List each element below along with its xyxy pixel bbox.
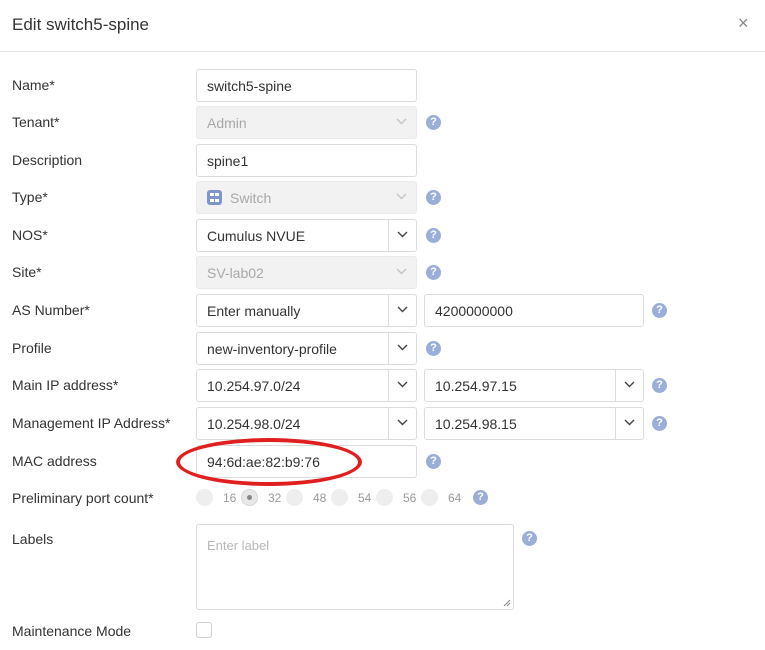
profile-help-icon[interactable]: ?	[426, 341, 441, 356]
type-value: Switch	[230, 190, 272, 206]
chevron-down-icon	[388, 257, 416, 288]
mac-label: MAC address	[12, 453, 97, 469]
as-number-label: AS Number*	[12, 302, 90, 318]
name-label: Name*	[12, 77, 55, 93]
maintenance-checkbox[interactable]	[196, 622, 212, 638]
port-56-radio[interactable]	[376, 489, 393, 506]
nos-label: NOS*	[12, 227, 48, 243]
dialog-header: Edit switch5-spine ×	[0, 0, 765, 52]
as-number-help-icon[interactable]: ?	[652, 303, 667, 318]
main-ip-help-icon[interactable]: ?	[652, 378, 667, 393]
port-64-radio[interactable]	[421, 489, 438, 506]
mgmt-ip-subnet-value: 10.254.98.0/24	[207, 416, 301, 432]
name-value: switch5-spine	[207, 78, 292, 94]
chevron-down-icon[interactable]	[388, 370, 416, 401]
labels-placeholder: Enter label	[207, 538, 270, 553]
main-ip-subnet-value: 10.254.97.0/24	[207, 378, 301, 394]
mac-help-icon[interactable]: ?	[426, 454, 441, 469]
profile-select[interactable]: new-inventory-profile	[196, 332, 417, 365]
nos-select[interactable]: Cumulus NVUE	[196, 219, 417, 252]
close-icon[interactable]: ×	[738, 14, 749, 32]
as-mode-value: Enter manually	[207, 303, 301, 319]
port-count-help-icon[interactable]: ?	[473, 490, 488, 505]
port-count-label: Preliminary port count*	[12, 490, 154, 506]
chevron-down-icon[interactable]	[388, 295, 416, 326]
maintenance-label: Maintenance Mode	[12, 623, 132, 639]
port-32-label: 32	[268, 491, 282, 505]
mac-input[interactable]: 94:6d:ae:82:b9:76	[196, 445, 417, 478]
labels-label: Labels	[12, 531, 54, 547]
tenant-select: Admin	[196, 106, 417, 139]
dialog-title: Edit switch5-spine	[12, 15, 150, 34]
description-input[interactable]: spine1	[196, 144, 417, 177]
mgmt-ip-select[interactable]: 10.254.98.15	[424, 407, 644, 440]
as-number-value: 4200000000	[435, 303, 513, 319]
profile-label: Profile	[12, 340, 52, 356]
tenant-label: Tenant*	[12, 114, 60, 130]
as-mode-select[interactable]: Enter manually	[196, 294, 417, 327]
type-label: Type*	[12, 189, 48, 205]
name-input[interactable]: switch5-spine	[196, 69, 417, 102]
chevron-down-icon[interactable]	[615, 408, 643, 439]
nos-value: Cumulus NVUE	[207, 228, 306, 244]
resize-grip-icon[interactable]	[503, 599, 511, 607]
mgmt-ip-value: 10.254.98.15	[435, 416, 517, 432]
main-ip-subnet-select[interactable]: 10.254.97.0/24	[196, 369, 417, 402]
site-select: SV-lab02	[196, 256, 417, 289]
port-54-label: 54	[358, 491, 372, 505]
main-ip-value: 10.254.97.15	[435, 378, 517, 394]
as-number-input[interactable]: 4200000000	[424, 294, 644, 327]
chevron-down-icon[interactable]	[388, 333, 416, 364]
tenant-value: Admin	[207, 115, 247, 131]
site-label: Site*	[12, 264, 42, 280]
site-value: SV-lab02	[207, 265, 264, 281]
type-select: Switch	[196, 181, 417, 214]
port-32-radio[interactable]	[241, 489, 258, 506]
chevron-down-icon	[388, 182, 416, 213]
chevron-down-icon	[388, 107, 416, 138]
labels-help-icon[interactable]: ?	[522, 531, 537, 546]
chevron-down-icon[interactable]	[388, 220, 416, 251]
tenant-help-icon[interactable]: ?	[426, 115, 441, 130]
main-ip-select[interactable]: 10.254.97.15	[424, 369, 644, 402]
chevron-down-icon[interactable]	[388, 408, 416, 439]
site-help-icon[interactable]: ?	[426, 265, 441, 280]
port-16-label: 16	[223, 491, 237, 505]
switch-icon	[207, 190, 222, 205]
mac-value: 94:6d:ae:82:b9:76	[207, 454, 320, 470]
description-label: Description	[12, 152, 83, 168]
port-54-radio[interactable]	[331, 489, 348, 506]
mgmt-ip-help-icon[interactable]: ?	[652, 416, 667, 431]
type-help-icon[interactable]: ?	[426, 190, 441, 205]
description-value: spine1	[207, 153, 249, 169]
port-48-label: 48	[313, 491, 327, 505]
main-ip-label: Main IP address*	[12, 377, 119, 393]
port-64-label: 64	[448, 491, 462, 505]
port-48-radio[interactable]	[286, 489, 303, 506]
profile-value: new-inventory-profile	[207, 341, 337, 357]
chevron-down-icon[interactable]	[615, 370, 643, 401]
labels-textarea[interactable]: Enter label	[196, 524, 514, 610]
mgmt-ip-subnet-select[interactable]: 10.254.98.0/24	[196, 407, 417, 440]
port-56-label: 56	[403, 491, 417, 505]
mgmt-ip-label: Management IP Address*	[12, 415, 171, 431]
nos-help-icon[interactable]: ?	[426, 228, 441, 243]
port-16-radio[interactable]	[196, 489, 213, 506]
